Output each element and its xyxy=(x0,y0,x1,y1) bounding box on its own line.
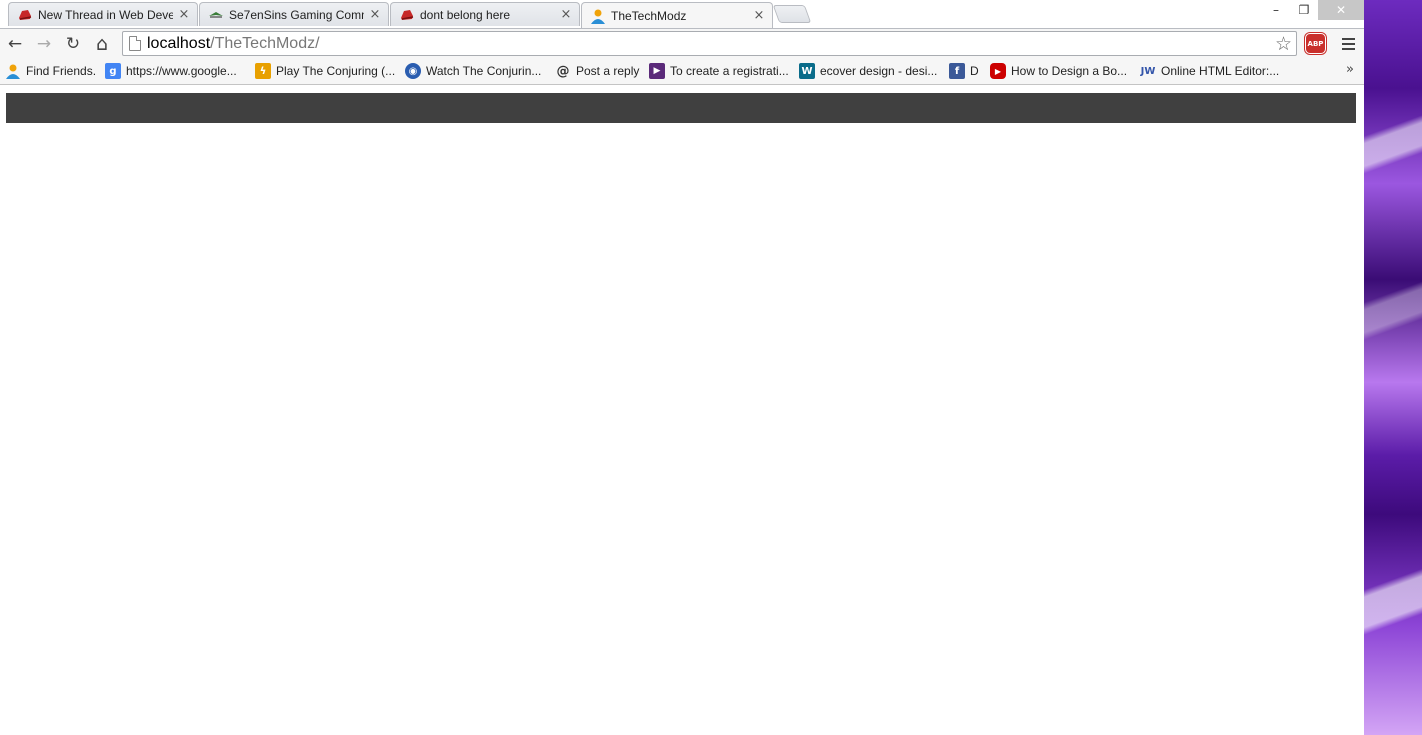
bookmark-google[interactable]: g https://www.google... xyxy=(105,61,237,81)
bookmarks-bar: Find Friends. g https://www.google... ϟ … xyxy=(0,58,1364,85)
hamburger-line xyxy=(1341,38,1355,40)
hamburger-line xyxy=(1341,43,1355,45)
site-header-bar xyxy=(6,93,1356,123)
forward-button[interactable]: → xyxy=(32,32,56,56)
wordpress-icon: W xyxy=(799,63,815,79)
window-controls: – ❐ ✕ xyxy=(1262,0,1364,20)
play-icon: ▶ xyxy=(649,63,665,79)
red-hat-icon xyxy=(17,7,33,23)
restore-button[interactable]: ❐ xyxy=(1290,0,1318,20)
tab-title: New Thread in Web Devel xyxy=(38,7,173,22)
tab-close-icon[interactable]: × xyxy=(177,7,191,22)
new-tab-button[interactable] xyxy=(772,5,812,23)
youtube-icon: ▶ xyxy=(990,63,1006,79)
browser-window: New Thread in Web Devel × Se7enSins Gami… xyxy=(0,0,1364,735)
browser-menu-button[interactable] xyxy=(1338,34,1358,54)
google-plus-icon: g xyxy=(105,63,121,79)
bookmark-online-html-editor[interactable]: JW Online HTML Editor:... xyxy=(1140,61,1280,81)
user-icon xyxy=(590,8,606,24)
more-bookmarks-chevron-icon[interactable]: » xyxy=(1346,62,1354,77)
bookmark-find-friends[interactable]: Find Friends. xyxy=(5,61,96,81)
back-button[interactable]: ← xyxy=(3,32,27,56)
tab-title: Se7enSins Gaming Comm xyxy=(229,7,364,22)
tab-close-icon[interactable]: × xyxy=(368,7,382,22)
forward-arrow-icon: → xyxy=(36,34,52,54)
adblock-plus-icon[interactable]: ABP xyxy=(1305,33,1326,54)
bookmark-create-registration[interactable]: ▶ To create a registrati... xyxy=(649,61,789,81)
bookmark-ecover-design[interactable]: W ecover design - desi... xyxy=(799,61,937,81)
home-icon: ⌂ xyxy=(95,33,109,55)
home-button[interactable]: ⌂ xyxy=(90,32,114,56)
bookmark-watch-conjuring[interactable]: ◉ Watch The Conjurin... xyxy=(405,61,541,81)
desktop-wallpaper xyxy=(1364,0,1422,735)
bookmark-facebook[interactable]: f D xyxy=(949,61,979,81)
tab-thetechmodz[interactable]: TheTechModz × xyxy=(581,2,773,28)
red-hat-icon xyxy=(399,7,415,23)
browser-toolbar: ← → ↻ ⌂ localhost /TheTechModz/ ☆ ABP xyxy=(0,28,1364,58)
tab-dont-belong-here[interactable]: dont belong here × xyxy=(390,2,580,26)
tab-title: TheTechModz xyxy=(611,8,687,23)
tab-strip: New Thread in Web Devel × Se7enSins Gami… xyxy=(0,0,1364,28)
hamburger-line xyxy=(1341,48,1355,50)
tab-close-icon[interactable]: × xyxy=(752,8,766,23)
tab-title: dont belong here xyxy=(420,7,511,22)
jw-icon: JW xyxy=(1140,65,1156,77)
tab-se7ensins[interactable]: Se7enSins Gaming Comm × xyxy=(199,2,389,26)
facebook-icon: f xyxy=(949,63,965,79)
address-bar[interactable]: localhost /TheTechModz/ ☆ xyxy=(122,31,1297,56)
page-icon xyxy=(129,36,141,51)
url-host: localhost xyxy=(147,34,211,52)
close-window-button[interactable]: ✕ xyxy=(1318,0,1364,20)
globe-icon: ◉ xyxy=(405,63,421,79)
tab-close-icon[interactable]: × xyxy=(559,7,573,22)
swirl-icon: @ xyxy=(556,63,570,79)
page-content xyxy=(0,86,1364,735)
bookmark-post-reply[interactable]: @ Post a reply xyxy=(555,61,640,81)
lightning-icon: ϟ xyxy=(255,63,271,79)
people-icon xyxy=(5,63,21,79)
bookmark-design-book[interactable]: ▶ How to Design a Bo... xyxy=(990,61,1127,81)
bookmark-play-conjuring[interactable]: ϟ Play The Conjuring (... xyxy=(255,61,395,81)
tab-new-thread[interactable]: New Thread in Web Devel × xyxy=(8,2,198,26)
se7ensins-icon xyxy=(208,7,224,23)
url-path: /TheTechModz/ xyxy=(210,34,320,52)
bookmark-star-icon[interactable]: ☆ xyxy=(1275,33,1292,55)
minimize-button[interactable]: – xyxy=(1262,0,1290,20)
reload-button[interactable]: ↻ xyxy=(61,32,85,56)
back-arrow-icon: ← xyxy=(7,34,23,54)
reload-icon: ↻ xyxy=(65,34,81,54)
